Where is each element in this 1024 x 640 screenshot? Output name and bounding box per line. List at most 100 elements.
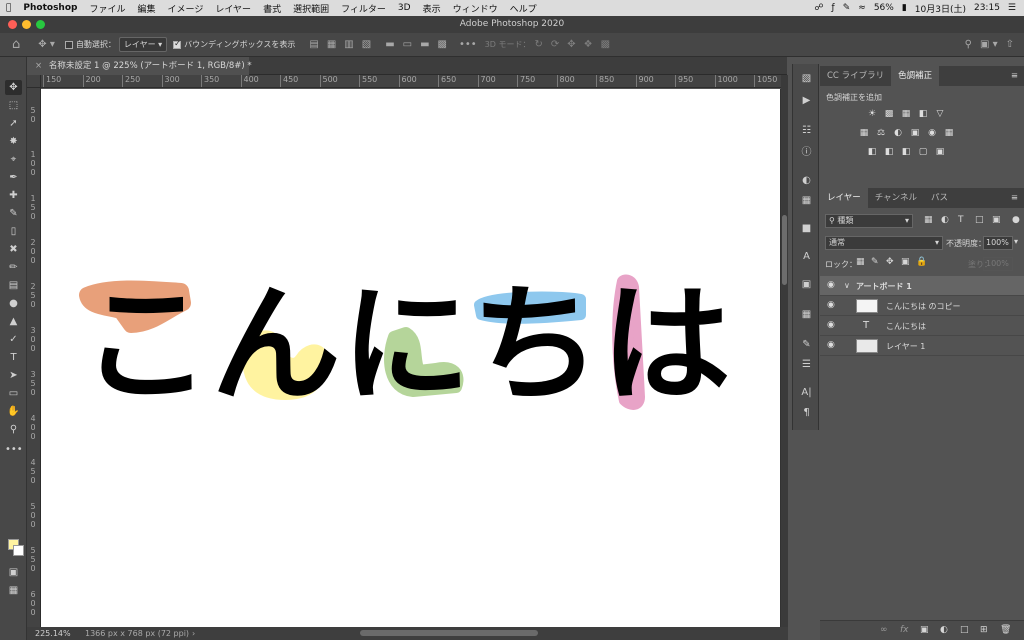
script-icon[interactable]: ƒ xyxy=(832,3,835,13)
3d-drag-icon[interactable]: ✥ xyxy=(567,39,575,50)
brush-settings-icon[interactable]: ✎ xyxy=(799,338,814,352)
menu-edit[interactable]: 編集 xyxy=(131,2,161,15)
tab-cc-libraries[interactable]: CC ライブラリ xyxy=(820,66,891,86)
visibility-eye-icon[interactable]: ◉ xyxy=(827,340,835,350)
actions-play-icon[interactable]: ▶ xyxy=(799,94,814,108)
distribute-v-icon[interactable]: ▩ xyxy=(438,39,447,50)
lock-paint-icon[interactable]: ✎ xyxy=(871,257,879,267)
close-window-button[interactable] xyxy=(8,20,17,29)
color-balance-icon[interactable]: ⚖ xyxy=(875,128,887,139)
fill-input[interactable]: 100% xyxy=(983,257,1013,271)
lock-position-icon[interactable]: ✥ xyxy=(886,257,894,267)
filter-adjustment-icon[interactable]: ◐ xyxy=(941,215,949,225)
layer-row-artboard[interactable]: ◉ ∨ アートボード 1 xyxy=(820,276,1024,296)
align-top-icon[interactable]: ▬ xyxy=(385,39,394,50)
document-size-info[interactable]: 1366 px x 768 px (72 ppi) xyxy=(85,627,189,640)
tab-paths[interactable]: パス xyxy=(924,188,955,208)
color-lookup-icon[interactable]: ▦ xyxy=(943,128,955,139)
more-options-icon[interactable]: ••• xyxy=(459,39,477,50)
opacity-chevron-icon[interactable]: ▾ xyxy=(1014,237,1018,246)
greeting-text[interactable]: こんにちは xyxy=(81,271,731,420)
battery-text[interactable]: 56% xyxy=(874,3,894,13)
layer-comps-icon[interactable]: ▣ xyxy=(799,278,814,292)
curves-icon[interactable]: ▦ xyxy=(900,109,912,120)
properties-icon[interactable]: ☰ xyxy=(799,358,814,372)
align-right-icon[interactable]: ▥ xyxy=(344,39,353,50)
layer-filter-select[interactable]: ⚲ 種類 ▾ xyxy=(825,214,913,228)
libraries-icon[interactable]: ■ xyxy=(799,222,814,236)
color-icon[interactable]: ◐ xyxy=(799,174,814,188)
align-left-icon[interactable]: ▤ xyxy=(309,39,318,50)
info-icon[interactable]: ⓘ xyxy=(799,146,814,160)
align-vcenter-icon[interactable]: ▭ xyxy=(403,39,412,50)
edit-toolbar-icon[interactable]: ••• xyxy=(5,442,23,457)
wifi-icon[interactable]: ≈ xyxy=(858,3,866,13)
new-group-icon[interactable]: □ xyxy=(960,625,969,635)
bounding-box-checkbox[interactable] xyxy=(173,39,182,49)
healing-brush-tool-icon[interactable]: ✚ xyxy=(5,188,22,203)
distribute-icon[interactable]: ▧ xyxy=(362,39,371,50)
vertical-scrollbar[interactable] xyxy=(781,75,788,627)
menu-select[interactable]: 選択範囲 xyxy=(287,2,335,15)
status-menu-chevron-icon[interactable]: › xyxy=(192,627,195,640)
selective-color-icon[interactable]: ▣ xyxy=(934,147,946,158)
screen-mode-icon[interactable]: ▦ xyxy=(5,583,22,598)
blend-mode-select[interactable]: 通常 ▾ xyxy=(825,236,943,250)
lock-all-icon[interactable]: 🔒 xyxy=(916,257,927,267)
brush-tool-icon[interactable]: ✎ xyxy=(5,206,22,221)
3d-slide-icon[interactable]: ❖ xyxy=(584,39,593,50)
gradient-tool-icon[interactable]: ▤ xyxy=(5,278,22,293)
dodge-tool-icon[interactable]: ▲ xyxy=(5,314,22,329)
layer-row-layer1[interactable]: ◉ レイヤー 1 xyxy=(820,336,1024,356)
gradient-map-icon[interactable]: ▢ xyxy=(917,147,929,158)
crop-tool-icon[interactable]: ⌖ xyxy=(5,152,22,167)
menu-window[interactable]: ウィンドウ xyxy=(447,2,504,15)
filter-type-icon[interactable]: T xyxy=(958,215,964,225)
tab-adjustments[interactable]: 色調補正 xyxy=(891,66,940,86)
character-panel-icon[interactable]: A| xyxy=(799,386,814,400)
character-icon[interactable]: A xyxy=(799,250,814,264)
paragraph-icon[interactable]: ¶ xyxy=(799,406,814,420)
3d-camera-icon[interactable]: ▩ xyxy=(601,39,610,50)
creative-cloud-icon[interactable]: ☍ xyxy=(814,3,823,13)
zoom-window-button[interactable] xyxy=(36,20,45,29)
opacity-input[interactable]: 100% xyxy=(983,236,1013,250)
battery-icon[interactable]: ▮ xyxy=(902,3,907,13)
vertical-ruler[interactable]: 50 100 150 200 250 300 350 400 450 500 550 600 xyxy=(27,88,41,628)
panel-menu-icon[interactable]: ≡ xyxy=(1011,66,1024,86)
filter-smart-object-icon[interactable]: ▣ xyxy=(992,215,1001,225)
profile-icon[interactable]: ✎ xyxy=(843,3,851,13)
zoom-level[interactable]: 225.14% xyxy=(35,627,71,640)
delete-layer-icon[interactable]: 🗑 xyxy=(1000,625,1011,635)
quick-select-tool-icon[interactable]: ✸ xyxy=(5,134,22,149)
threshold-icon[interactable]: ◧ xyxy=(900,147,912,158)
eyedropper-tool-icon[interactable]: ✒ xyxy=(5,170,22,185)
filter-pixel-icon[interactable]: ▦ xyxy=(924,215,933,225)
visibility-eye-icon[interactable]: ◉ xyxy=(827,300,835,310)
swatches-icon[interactable]: ▦ xyxy=(799,194,814,208)
lock-pixels-icon[interactable]: ▦ xyxy=(856,257,865,267)
shape-tool-icon[interactable]: ▭ xyxy=(5,386,22,401)
artboard[interactable]: こんにちは xyxy=(41,89,780,627)
visibility-eye-icon[interactable]: ◉ xyxy=(827,280,835,290)
menu-type[interactable]: 書式 xyxy=(257,2,287,15)
share-icon[interactable]: ⇧ xyxy=(1006,39,1014,50)
navigator-icon[interactable]: ▦ xyxy=(799,308,814,322)
invert-icon[interactable]: ◧ xyxy=(866,147,878,158)
black-white-icon[interactable]: ◐ xyxy=(892,128,904,139)
type-tool-icon[interactable]: T xyxy=(5,350,22,365)
menu-filter[interactable]: フィルター xyxy=(335,2,392,15)
zoom-tool-icon[interactable]: ⚲ xyxy=(5,422,22,437)
layer-row-copy[interactable]: ◉ こんにちは のコピー xyxy=(820,296,1024,316)
lasso-tool-icon[interactable]: ➚ xyxy=(5,116,22,131)
tab-channels[interactable]: チャンネル xyxy=(868,188,924,208)
canvas-area[interactable]: こんにちは xyxy=(41,89,781,627)
filter-shape-icon[interactable]: □ xyxy=(975,215,984,225)
levels-icon[interactable]: ▩ xyxy=(883,109,895,120)
menu-layer[interactable]: レイヤー xyxy=(209,2,257,15)
menu-3d[interactable]: 3D xyxy=(392,3,417,13)
lock-artboard-icon[interactable]: ▣ xyxy=(901,257,910,267)
visibility-eye-icon[interactable]: ◉ xyxy=(827,320,835,330)
vertical-scroll-thumb[interactable] xyxy=(782,215,787,285)
layers-panel-menu-icon[interactable]: ≡ xyxy=(1011,188,1024,208)
